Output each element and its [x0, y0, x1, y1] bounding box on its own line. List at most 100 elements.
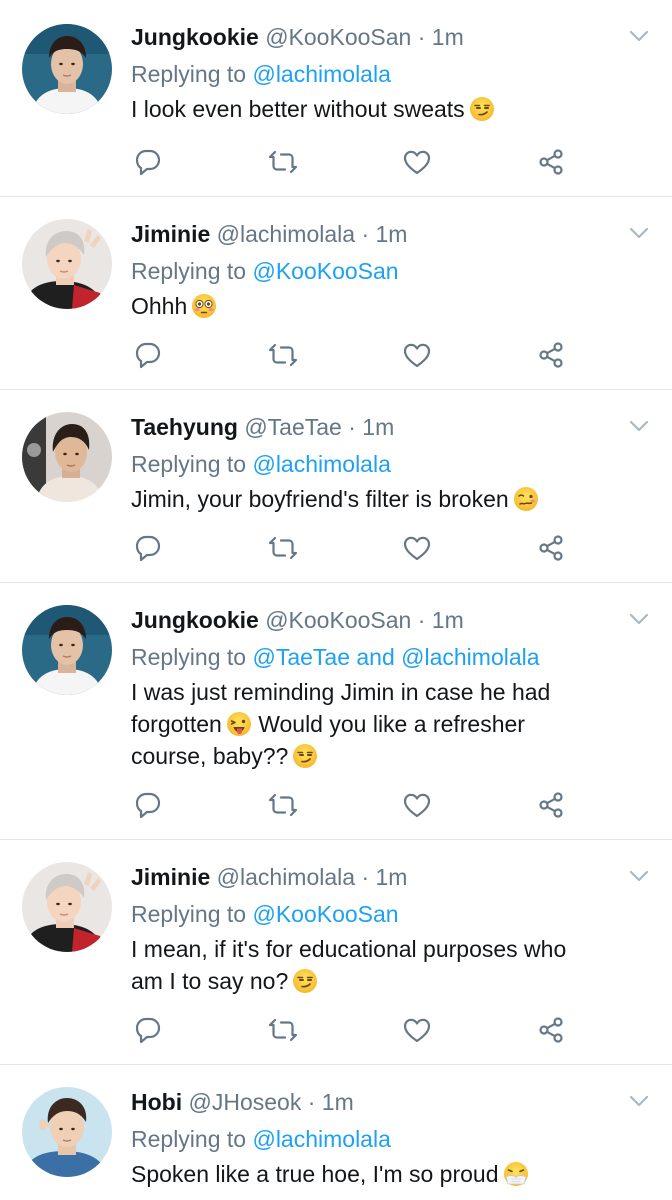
tweet-text-line: am I to say no?: [131, 965, 641, 997]
flushed-emoji: [191, 293, 218, 319]
tweet-text-line: I mean, if it's for educational purposes…: [131, 936, 567, 962]
tweet[interactable]: Jungkookie @KooKooSan · 1m Replying to @…: [0, 0, 672, 197]
avatar[interactable]: [22, 605, 112, 695]
tweet[interactable]: Jiminie @lachimolala · 1m Replying to @K…: [0, 197, 672, 390]
tweet[interactable]: Taehyung @TaeTae · 1m Replying to @lachi…: [0, 390, 672, 583]
tongue-wink-emoji: [226, 711, 252, 737]
mention-link[interactable]: @lachimolala: [252, 61, 390, 87]
display-name[interactable]: Jungkookie: [131, 607, 259, 633]
avatar[interactable]: [22, 24, 112, 114]
timestamp[interactable]: 1m: [432, 24, 464, 50]
replying-to-label: Replying to: [131, 258, 247, 284]
display-name[interactable]: Jungkookie: [131, 24, 259, 50]
like-icon[interactable]: [402, 1015, 432, 1045]
user-handle[interactable]: @KooKooSan: [265, 607, 411, 633]
separator-dot: ·: [417, 24, 426, 50]
tweet-text: I was just reminding Jimin in case he ha…: [131, 676, 641, 772]
tweet-actions: [131, 1015, 571, 1045]
like-icon[interactable]: [402, 340, 432, 370]
mention-link[interactable]: @TaeTae and @lachimolala: [252, 644, 539, 670]
reply-icon[interactable]: [133, 147, 163, 177]
reply-icon[interactable]: [133, 1015, 163, 1045]
sneezing-emoji: [502, 1161, 529, 1187]
tweet-actions: [131, 340, 571, 370]
tweet-header: Jiminie @lachimolala · 1m: [131, 219, 407, 249]
separator-dot: ·: [417, 607, 426, 633]
tweet-text: I look even better without sweats: [131, 93, 641, 125]
user-handle[interactable]: @lachimolala: [217, 221, 355, 247]
mention-link[interactable]: @KooKooSan: [252, 258, 398, 284]
tweet-actions: [131, 533, 571, 563]
replying-to: Replying to @lachimolala: [131, 58, 391, 90]
tweet-text: Jimin, your boyfriend's filter is broken: [131, 483, 641, 515]
retweet-icon[interactable]: [268, 790, 298, 820]
reply-icon[interactable]: [133, 340, 163, 370]
tweet-actions: [131, 147, 571, 177]
share-icon[interactable]: [536, 533, 566, 563]
tweet-text-content: Would you like a refresher: [258, 711, 525, 737]
timestamp[interactable]: 1m: [432, 607, 464, 633]
tweet[interactable]: Hobi @JHoseok · 1m Replying to @lachimol…: [0, 1065, 672, 1200]
timestamp[interactable]: 1m: [376, 221, 408, 247]
tweet-text: I mean, if it's for educational purposes…: [131, 933, 641, 997]
chevron-down-icon[interactable]: [628, 1093, 650, 1109]
replying-to-label: Replying to: [131, 1126, 247, 1152]
tweet-header: Hobi @JHoseok · 1m: [131, 1087, 354, 1117]
like-icon[interactable]: [402, 147, 432, 177]
separator-dot: ·: [361, 864, 370, 890]
retweet-icon[interactable]: [268, 533, 298, 563]
separator-dot: ·: [361, 221, 370, 247]
like-icon[interactable]: [402, 533, 432, 563]
timestamp[interactable]: 1m: [376, 864, 408, 890]
display-name[interactable]: Jiminie: [131, 864, 210, 890]
share-icon[interactable]: [536, 340, 566, 370]
share-icon[interactable]: [536, 790, 566, 820]
tweet-text-content: course, baby??: [131, 743, 289, 769]
user-handle[interactable]: @lachimolala: [217, 864, 355, 890]
tweet-text-content: Ohhh: [131, 293, 188, 319]
chevron-down-icon[interactable]: [628, 611, 650, 627]
smirk-emoji: [292, 968, 319, 994]
tweet-text-line: forgotten Would you like a refresher: [131, 708, 641, 740]
tweet-header: Taehyung @TaeTae · 1m: [131, 412, 394, 442]
smirk-emoji: [468, 96, 495, 122]
avatar[interactable]: [22, 219, 112, 309]
smirk-emoji: [292, 743, 319, 769]
user-handle[interactable]: @TaeTae: [244, 414, 342, 440]
chevron-down-icon[interactable]: [628, 868, 650, 884]
avatar[interactable]: [22, 1087, 112, 1177]
like-icon[interactable]: [402, 790, 432, 820]
user-handle[interactable]: @KooKooSan: [265, 24, 411, 50]
tweet-actions: [131, 790, 571, 820]
retweet-icon[interactable]: [268, 147, 298, 177]
share-icon[interactable]: [536, 1015, 566, 1045]
tweet-header: Jungkookie @KooKooSan · 1m: [131, 22, 464, 52]
timestamp[interactable]: 1m: [362, 414, 394, 440]
timestamp[interactable]: 1m: [322, 1089, 354, 1115]
chevron-down-icon[interactable]: [628, 28, 650, 44]
chevron-down-icon[interactable]: [628, 225, 650, 241]
tweet[interactable]: Jungkookie @KooKooSan · 1m Replying to @…: [0, 583, 672, 840]
replying-to-label: Replying to: [131, 451, 247, 477]
reply-icon[interactable]: [133, 533, 163, 563]
avatar[interactable]: [22, 412, 112, 502]
replying-to-label: Replying to: [131, 61, 247, 87]
avatar[interactable]: [22, 862, 112, 952]
tweet-text-content: I look even better without sweats: [131, 96, 465, 122]
user-handle[interactable]: @JHoseok: [189, 1089, 302, 1115]
retweet-icon[interactable]: [268, 340, 298, 370]
share-icon[interactable]: [536, 147, 566, 177]
mention-link[interactable]: @KooKooSan: [252, 901, 398, 927]
tweet-text-content: am I to say no?: [131, 968, 289, 994]
tweet[interactable]: Jiminie @lachimolala · 1m Replying to @K…: [0, 840, 672, 1065]
mention-link[interactable]: @lachimolala: [252, 451, 390, 477]
display-name[interactable]: Taehyung: [131, 414, 238, 440]
tweet-text-content: Jimin, your boyfriend's filter is broken: [131, 486, 509, 512]
replying-to: Replying to @KooKooSan: [131, 255, 399, 287]
mention-link[interactable]: @lachimolala: [252, 1126, 390, 1152]
reply-icon[interactable]: [133, 790, 163, 820]
chevron-down-icon[interactable]: [628, 418, 650, 434]
display-name[interactable]: Hobi: [131, 1089, 182, 1115]
retweet-icon[interactable]: [268, 1015, 298, 1045]
display-name[interactable]: Jiminie: [131, 221, 210, 247]
